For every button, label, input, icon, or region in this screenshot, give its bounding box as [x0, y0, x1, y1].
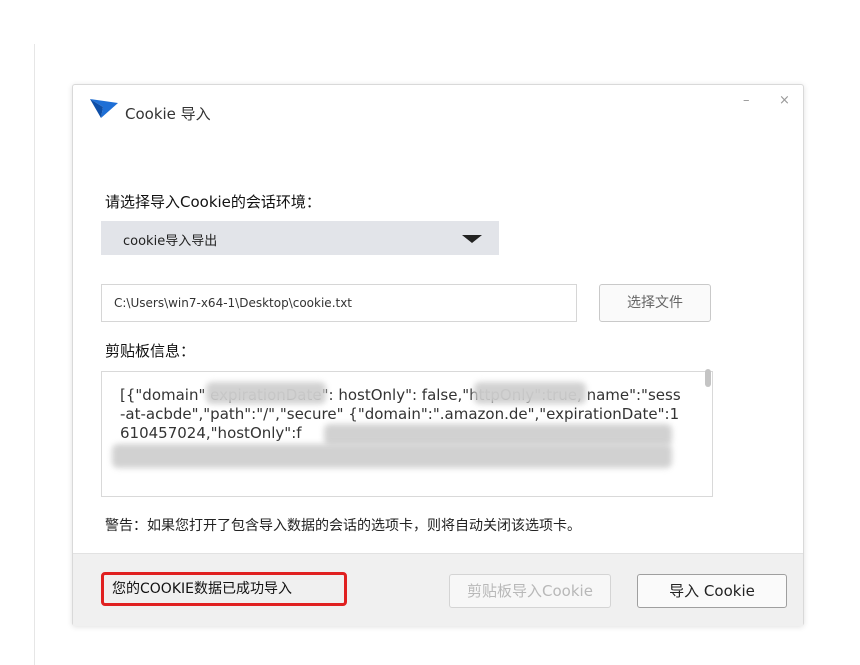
clipboard-textarea[interactable]: [{"domain" expirationDate": hostOnly": f… [101, 371, 713, 497]
choose-file-button[interactable]: 选择文件 [599, 284, 711, 322]
caret-down-icon [462, 235, 482, 243]
status-message: 您的COOKIE数据已成功导入 [101, 572, 347, 606]
clipboard-import-button[interactable]: 剪贴板导入Cookie [449, 574, 611, 608]
clipboard-scrollbar[interactable] [705, 369, 711, 387]
dialog-titlebar: Cookie 导入 – × [73, 85, 803, 131]
dialog-title: Cookie 导入 [125, 105, 211, 123]
clipboard-label: 剪贴板信息： [105, 342, 196, 360]
redaction-blur [474, 382, 586, 404]
warning-text: 警告：如果您打开了包含导入数据的会话的选项卡，则将自动关闭该选项卡。 [105, 518, 581, 534]
redaction-blur [324, 424, 672, 446]
redaction-blur [206, 382, 326, 404]
file-path-input[interactable] [101, 284, 577, 322]
bird-logo-icon [89, 97, 119, 123]
page-divider [34, 44, 35, 665]
session-env-value: cookie导入导出 [123, 234, 218, 249]
session-env-select[interactable]: cookie导入导出 [101, 221, 499, 255]
redaction-blur [112, 444, 672, 468]
cookie-import-dialog: Cookie 导入 – × 请选择导入Cookie的会话环境： cookie导入… [72, 84, 804, 626]
session-env-label: 请选择导入Cookie的会话环境： [105, 193, 321, 211]
close-icon[interactable]: × [779, 93, 790, 108]
import-cookie-button[interactable]: 导入 Cookie [637, 574, 787, 608]
dialog-footer: 您的COOKIE数据已成功导入 剪贴板导入Cookie 导入 Cookie [73, 553, 803, 626]
minimize-icon[interactable]: – [743, 93, 750, 108]
